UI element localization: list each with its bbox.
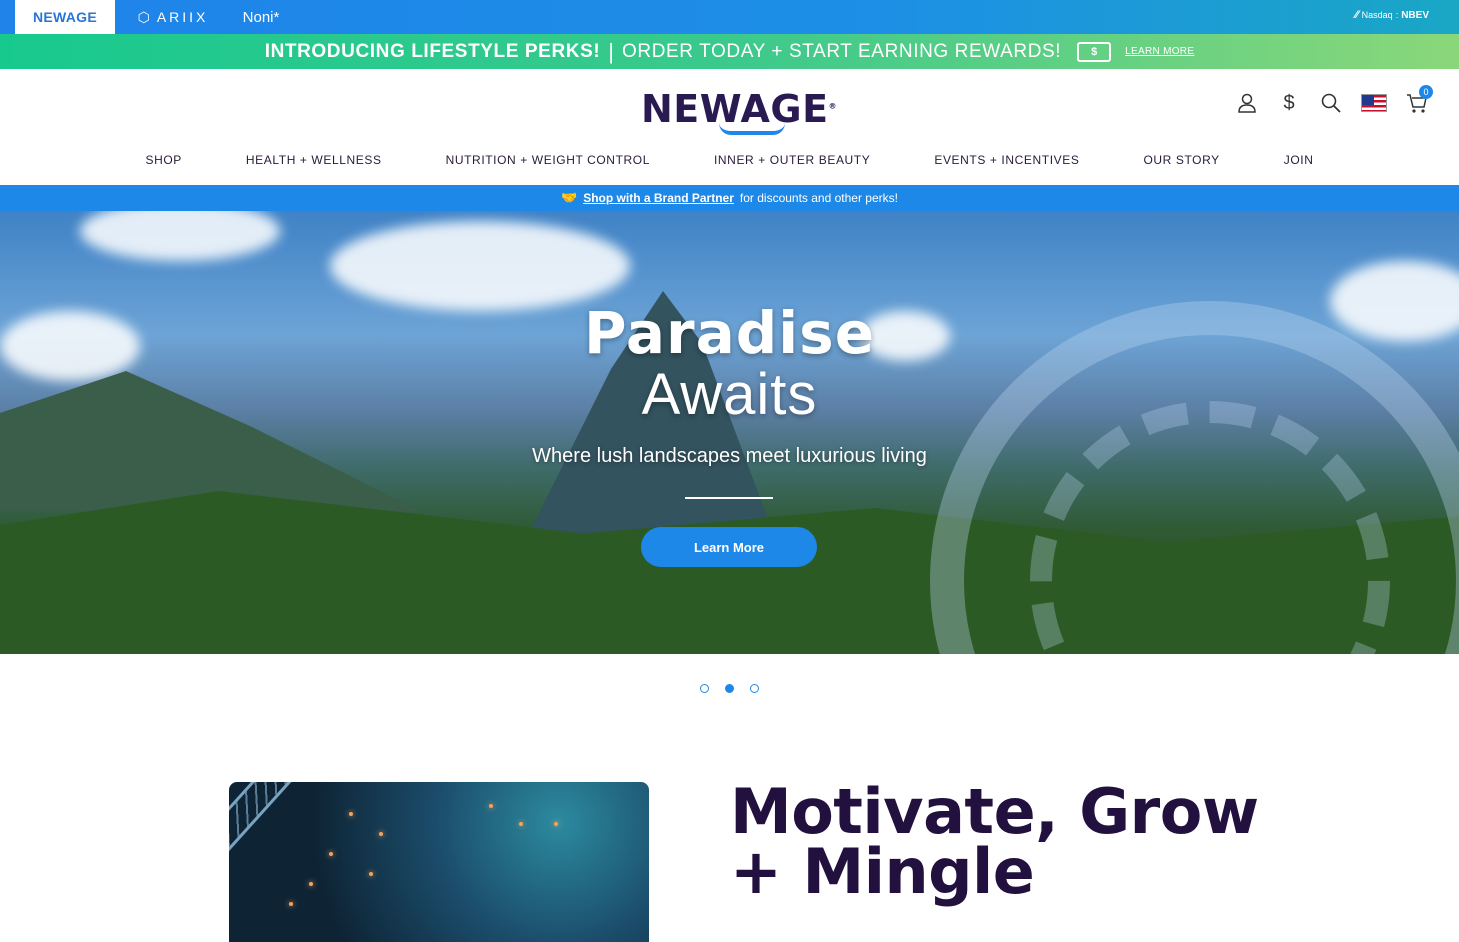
hero-subtitle: Awaits	[641, 362, 818, 427]
brand-tab-label: Noni	[242, 8, 274, 26]
promo-message: ORDER TODAY + START EARNING REWARDS!	[622, 40, 1062, 62]
brand-tab-label: NEWAGE	[32, 9, 98, 25]
main-nav: SHOP HEALTH + WELLNESS NUTRITION + WEIGH…	[0, 153, 1459, 167]
brand-partner-text: for discounts and other perks!	[739, 191, 898, 205]
section-title: Motivate, Grow + Mingle	[730, 775, 1259, 908]
hero-learn-more-button[interactable]: Learn More	[641, 527, 817, 567]
carousel-dot-2[interactable]	[725, 684, 734, 693]
carousel-dot-3[interactable]	[750, 684, 759, 693]
nav-item-health-wellness[interactable]: HEALTH + WELLNESS	[246, 153, 382, 167]
nav-item-events[interactable]: EVENTS + INCENTIVES	[934, 153, 1079, 167]
brand-partner-bar: 🤝 Shop with a Brand Partner for discount…	[0, 185, 1459, 211]
hero-banner: Paradise Awaits Where lush landscapes me…	[0, 211, 1459, 654]
stage-truss	[229, 782, 292, 942]
handshake-icon: 🤝	[561, 190, 578, 205]
currency-icon[interactable]: $	[1277, 91, 1301, 115]
user-icon[interactable]	[1235, 91, 1259, 115]
cart-icon[interactable]: 0	[1405, 85, 1433, 115]
nasdaq-ticker[interactable]: ⁄⁄ Nasdaq: NBEV	[1355, 9, 1429, 21]
logo-wave-icon	[719, 123, 785, 135]
carousel-dots	[0, 684, 1459, 693]
nasdaq-logo-icon: ⁄⁄	[1354, 9, 1359, 21]
brand-tab-noni[interactable]: Noni *	[238, 0, 284, 34]
nav-item-shop[interactable]: SHOP	[145, 153, 181, 167]
nav-item-our-story[interactable]: OUR STORY	[1143, 153, 1219, 167]
ticker-symbol: NBEV	[1401, 9, 1429, 21]
search-icon[interactable]	[1319, 91, 1343, 115]
section-title-line2: + Mingle	[730, 835, 1035, 908]
site-header: NEWAGE® $ 0 SHOP HEALTH + WELLNESS NUTRI…	[0, 69, 1459, 185]
ariix-logo-icon: ⬡	[137, 8, 153, 25]
nasdaq-label: Nasdaq	[1361, 10, 1393, 20]
cash-icon: $	[1077, 41, 1112, 62]
hero-divider	[685, 497, 773, 499]
nav-item-beauty[interactable]: INNER + OUTER BEAUTY	[714, 153, 870, 167]
section-title-line1: Motivate, Grow	[730, 775, 1259, 848]
promo-banner: INTRODUCING LIFESTYLE PERKS! | ORDER TOD…	[0, 34, 1459, 69]
us-flag-icon[interactable]	[1361, 94, 1387, 112]
brand-tab-label: ARIIX	[156, 9, 209, 25]
carousel-dot-1[interactable]	[700, 684, 709, 693]
cart-count-badge: 0	[1419, 85, 1433, 99]
promo-headline: INTRODUCING LIFESTYLE PERKS!	[264, 40, 601, 62]
nav-item-join[interactable]: JOIN	[1284, 153, 1314, 167]
hero-tagline: Where lush landscapes meet luxurious liv…	[532, 445, 927, 467]
promo-separator: |	[608, 38, 615, 64]
nav-item-nutrition[interactable]: NUTRITION + WEIGHT CONTROL	[446, 153, 650, 167]
header-icons: $ 0	[1235, 85, 1433, 115]
brand-tab-newage[interactable]: NEWAGE	[15, 0, 115, 34]
promo-learn-more-link[interactable]: LEARN MORE	[1125, 46, 1194, 57]
event-image	[229, 782, 649, 942]
brand-partner-link[interactable]: Shop with a Brand Partner	[583, 191, 734, 205]
hero-title: Paradise	[583, 299, 876, 367]
site-logo[interactable]: NEWAGE®	[641, 87, 837, 135]
brand-bar: NEWAGE ⬡ ARIIX Noni * ⁄⁄ Nasdaq: NBEV	[0, 0, 1459, 34]
brand-tab-ariix[interactable]: ⬡ ARIIX	[128, 0, 218, 34]
